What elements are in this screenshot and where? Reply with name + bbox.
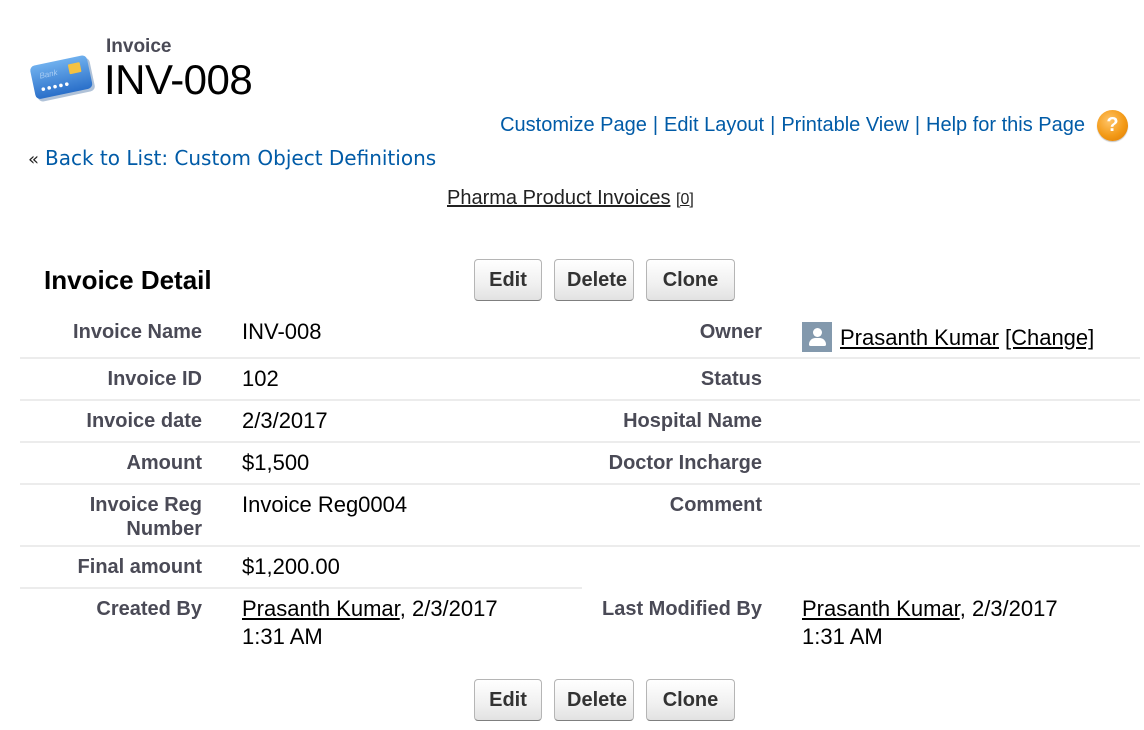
edit-button[interactable]: Edit xyxy=(474,259,542,301)
object-type-label: Invoice xyxy=(106,36,172,57)
field-label-final-amount: Final amount xyxy=(77,556,202,578)
field-label-doctor-incharge: Doctor Incharge xyxy=(608,452,762,474)
field-value-last-modified-by: Prasanth Kumar, 2/3/2017 1:31 AM xyxy=(802,595,1102,651)
breadcrumb: «Back to List: Custom Object Definitions xyxy=(28,146,436,170)
field-value-invoice-name: INV-008 xyxy=(242,319,322,344)
field-label-invoice-name: Invoice Name xyxy=(73,321,202,343)
top-button-bar: Edit Delete Clone xyxy=(474,259,735,301)
field-label-invoice-id: Invoice ID xyxy=(107,368,202,390)
field-label-amount: Amount xyxy=(126,452,202,474)
section-title: Invoice Detail xyxy=(44,265,212,295)
field-row: Final amount $1,200.00 xyxy=(20,547,1140,589)
field-value-amount: $1,500 xyxy=(242,450,310,475)
field-label-invoice-date: Invoice date xyxy=(86,410,202,432)
help-icon[interactable]: ? xyxy=(1097,110,1128,141)
field-row: Amount $1,500 Doctor Incharge xyxy=(20,443,1140,485)
last-modified-by-user-link[interactable]: Prasanth Kumar xyxy=(802,596,960,621)
back-arrow-icon: « xyxy=(28,149,40,170)
related-list-hover-links: Pharma Product Invoices [0] xyxy=(447,187,694,210)
owner-link[interactable]: Prasanth Kumar xyxy=(840,324,999,352)
field-row: Status Invoice ID 102 xyxy=(20,359,1140,401)
field-label-owner: Owner xyxy=(699,321,762,343)
customize-page-link[interactable]: Customize Page xyxy=(500,114,647,137)
printable-view-link[interactable]: Printable View xyxy=(781,114,908,137)
link-separator: | xyxy=(652,114,659,136)
page-links: Customize Page | Edit Layout | Printable… xyxy=(500,110,1128,141)
detail-fields: Invoice Name INV-008 Owner Prasanth Kuma… xyxy=(20,312,1140,661)
page-title: INV-008 xyxy=(104,56,253,103)
field-row: Created By Prasanth Kumar, 2/3/2017 1:31… xyxy=(20,589,1140,661)
field-value-invoice-id: 102 xyxy=(242,366,279,391)
field-label-last-modified-by: Last Modified By xyxy=(601,598,762,620)
field-label-created-by: Created By xyxy=(96,598,202,620)
delete-button[interactable]: Delete xyxy=(554,679,634,721)
related-list-count[interactable]: [0] xyxy=(676,191,694,208)
change-owner-link[interactable]: [Change] xyxy=(1005,324,1094,352)
user-avatar-icon xyxy=(802,322,832,352)
link-separator: | xyxy=(914,114,921,136)
credit-card-icon: Bank xyxy=(30,55,95,102)
field-value-invoice-reg-number: Invoice Reg0004 xyxy=(242,492,408,517)
field-value-created-by: Prasanth Kumar, 2/3/2017 1:31 AM xyxy=(242,595,542,651)
field-value-final-amount: $1,200.00 xyxy=(242,554,340,579)
help-link[interactable]: Help for this Page xyxy=(926,114,1085,137)
related-list-link-pharma-product-invoices[interactable]: Pharma Product Invoices xyxy=(447,187,670,209)
field-label-hospital-name: Hospital Name xyxy=(623,410,762,432)
field-row: Invoice Name INV-008 Owner Prasanth Kuma… xyxy=(20,312,1140,359)
field-row: Invoice date 2/3/2017 Hospital Name xyxy=(20,401,1140,443)
link-separator: | xyxy=(770,114,776,136)
field-label-comment: Comment xyxy=(669,494,762,516)
clone-button[interactable]: Clone xyxy=(646,679,735,721)
field-value-owner: Prasanth Kumar [Change] xyxy=(802,318,1140,352)
edit-layout-link[interactable]: Edit Layout xyxy=(664,114,764,137)
delete-button[interactable]: Delete xyxy=(554,259,634,301)
field-label-invoice-reg-number: Invoice Reg Number xyxy=(89,494,202,540)
clone-button[interactable]: Clone xyxy=(646,259,735,301)
created-by-user-link[interactable]: Prasanth Kumar xyxy=(242,596,400,621)
field-row: Invoice Reg Number Invoice Reg0004 Comme… xyxy=(20,485,1140,547)
back-to-list-link[interactable]: Back to List: Custom Object Definitions xyxy=(45,146,436,170)
edit-button[interactable]: Edit xyxy=(474,679,542,721)
field-label-status: Status xyxy=(700,368,762,390)
field-value-invoice-date: 2/3/2017 xyxy=(242,408,328,433)
bottom-button-bar: Edit Delete Clone xyxy=(474,679,735,721)
